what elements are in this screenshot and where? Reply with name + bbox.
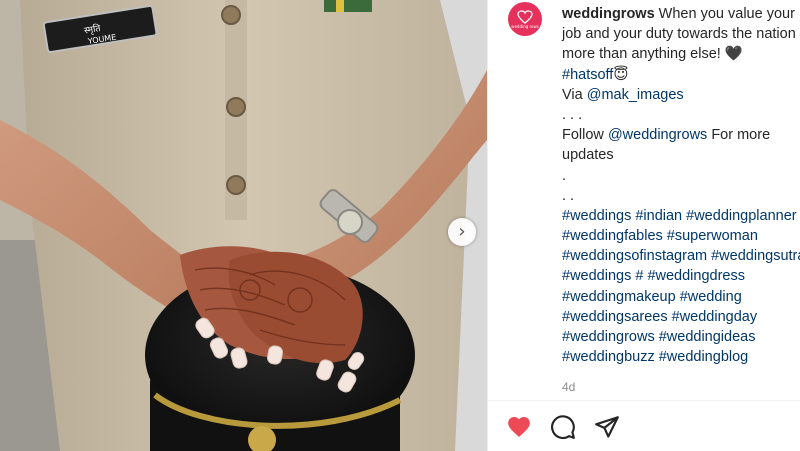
- hashtag-line[interactable]: #weddings # #weddingdress: [562, 266, 800, 286]
- avatar-logo-text: wedding rows: [511, 24, 539, 29]
- post-timestamp[interactable]: 4d: [562, 380, 575, 394]
- post-image[interactable]: स्मृति YOUME ›: [0, 0, 487, 451]
- next-image-button[interactable]: ›: [448, 218, 476, 246]
- paper-plane-icon: [595, 416, 619, 438]
- hashtag-line[interactable]: #weddingrows #weddingideas: [562, 327, 800, 347]
- caption-text: When you value your: [654, 6, 795, 22]
- share-button[interactable]: [594, 414, 620, 440]
- post-details-panel: wedding rows weddingrows When you value …: [488, 0, 800, 451]
- like-button[interactable]: [506, 414, 532, 440]
- caption-line: #hatsoff😇: [562, 65, 800, 85]
- caption-line: Follow @weddingrows For more: [562, 125, 800, 145]
- svg-text:wedding rows: wedding rows: [511, 24, 539, 29]
- post-actions: [506, 414, 620, 440]
- caption-line: .: [562, 167, 567, 184]
- hashtag-line[interactable]: #weddingsarees #weddingday: [562, 307, 800, 327]
- hashtag-link[interactable]: #hatsoff: [562, 67, 613, 83]
- mention-link[interactable]: @mak_images: [587, 87, 684, 103]
- hashtag-line[interactable]: #weddingfables #superwoman: [562, 226, 800, 246]
- avatar[interactable]: wedding rows: [508, 2, 542, 36]
- weddingrows-logo-icon: [517, 9, 533, 24]
- speech-bubble-icon: [551, 415, 575, 440]
- caption-line: job and your duty towards the nation: [562, 26, 796, 43]
- caption-line: weddingrows When you value your: [562, 4, 800, 24]
- heart-filled-icon: [508, 417, 530, 437]
- hashtag-line[interactable]: #weddingsofinstagram #weddingsutra: [562, 246, 800, 266]
- mention-link[interactable]: @weddingrows: [608, 127, 707, 143]
- emoji: 😇: [613, 66, 629, 83]
- caption-line: more than anything else! 🖤: [562, 46, 743, 63]
- caption-line: . .: [562, 187, 575, 204]
- caption-text: Follow: [562, 127, 608, 144]
- hashtag-line[interactable]: #weddingbuzz #weddingblog: [562, 347, 800, 367]
- hashtag-line[interactable]: #weddingmakeup #wedding: [562, 287, 800, 307]
- actions-divider: [488, 400, 800, 401]
- caption-line: updates: [562, 147, 614, 164]
- caption-line: Via @mak_images: [562, 85, 800, 105]
- post-photo-illustration: स्मृति YOUME: [0, 0, 487, 451]
- post-caption: weddingrows When you value your job and …: [562, 4, 800, 367]
- caption-text: For more: [707, 127, 771, 144]
- caption-text: Via: [562, 86, 587, 103]
- chevron-right-icon: ›: [458, 221, 466, 242]
- comment-button[interactable]: [550, 414, 576, 440]
- caption-line: . . .: [562, 106, 583, 123]
- hashtag-line[interactable]: #weddings #indian #weddingplanner: [562, 206, 800, 226]
- username-link[interactable]: weddingrows: [562, 6, 655, 22]
